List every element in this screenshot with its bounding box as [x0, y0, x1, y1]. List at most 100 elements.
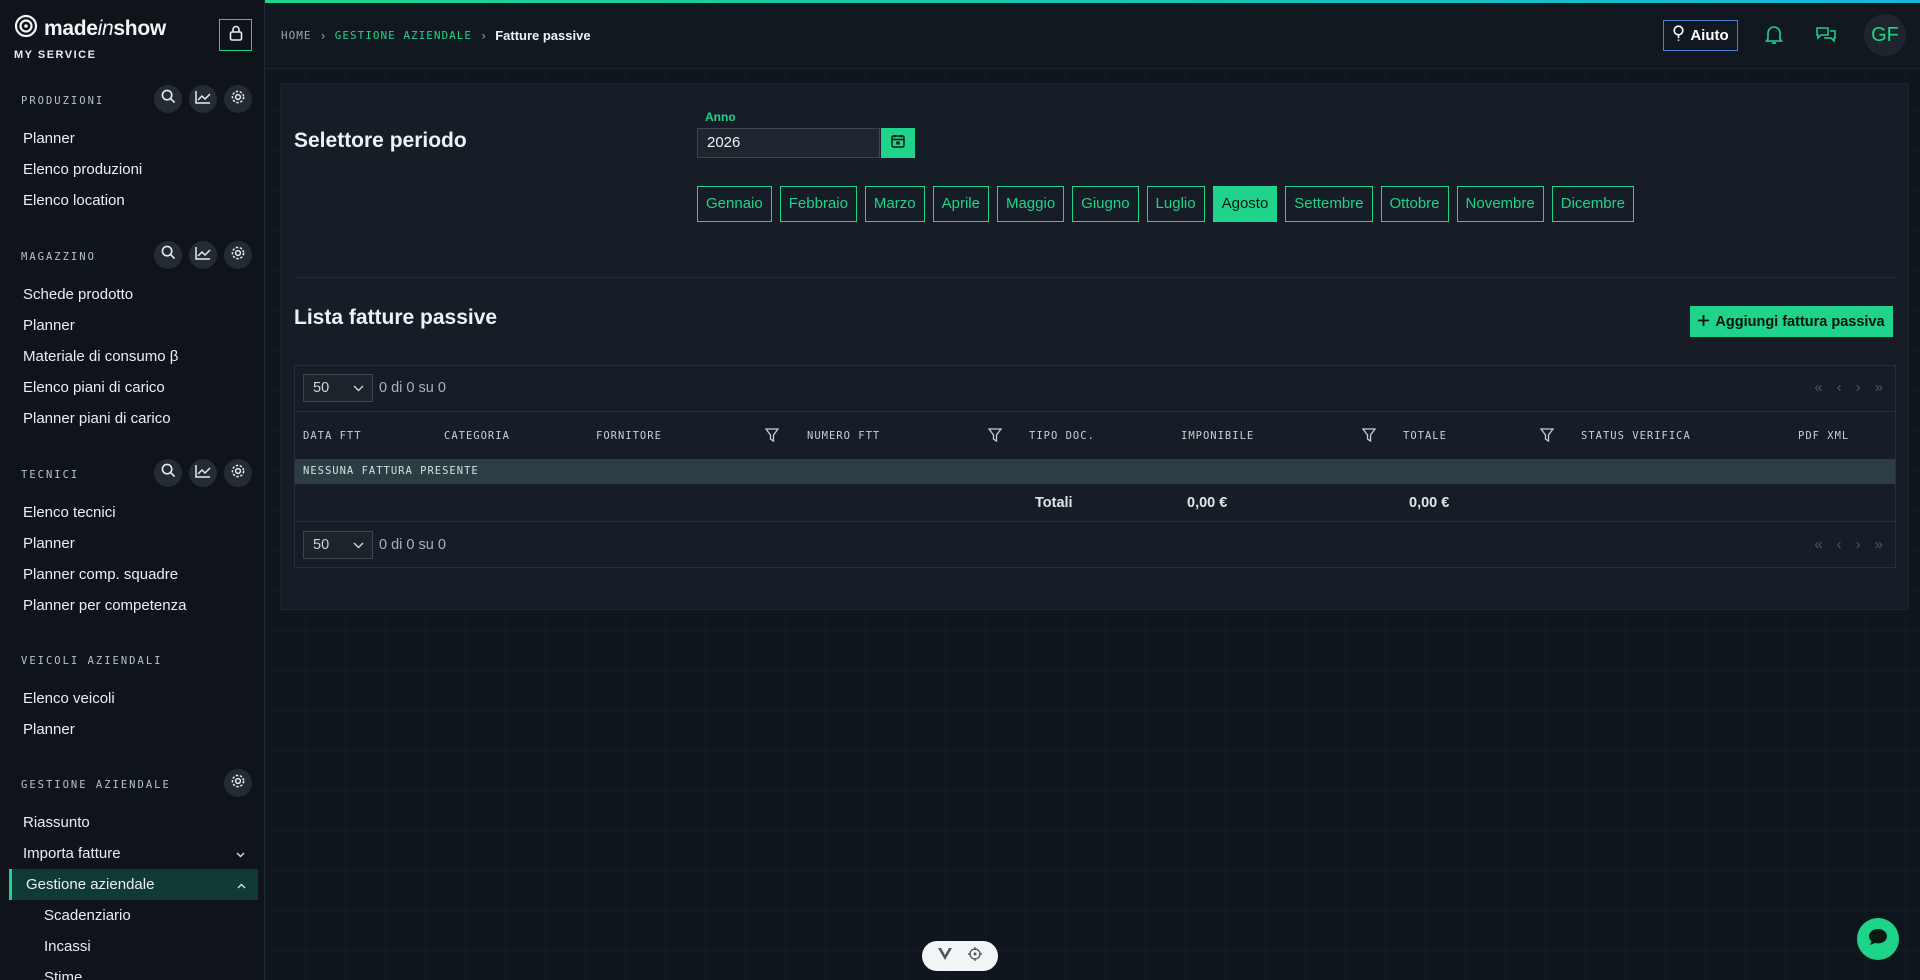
breadcrumb-section[interactable]: GESTIONE AZIENDALE — [335, 29, 472, 42]
sidebar-item-elenco-location[interactable]: Elenco location — [0, 185, 264, 216]
column-header[interactable]: STATUS VERIFICA — [1581, 412, 1691, 460]
sidebar-item-planner[interactable]: Planner — [0, 528, 264, 559]
sidebar: madeinshow MY SERVICE PRODUZIONI Planner… — [0, 0, 265, 980]
first-page-icon[interactable]: « — [1814, 379, 1822, 396]
sidebar-item-schede-prodotto[interactable]: Schede prodotto — [0, 279, 264, 310]
search-button[interactable] — [154, 85, 182, 113]
column-header[interactable]: TIPO DOC. — [1029, 412, 1095, 460]
filter-icon[interactable] — [1361, 428, 1377, 447]
chat-icon[interactable] — [1815, 25, 1837, 50]
month-button[interactable]: Luglio — [1146, 186, 1205, 222]
sidebar-item-importa-fatture[interactable]: Importa fatture — [0, 838, 264, 869]
calendar-button[interactable] — [881, 128, 915, 158]
prev-page-icon[interactable]: ‹ — [1837, 379, 1842, 396]
sidebar-item-planner[interactable]: Planner — [0, 123, 264, 154]
month-button[interactable]: Giugno — [1072, 186, 1139, 222]
target-icon[interactable] — [968, 946, 982, 966]
sidebar-item-elenco-veicoli[interactable]: Elenco veicoli — [0, 683, 264, 714]
settings-button[interactable] — [224, 85, 252, 113]
section-title: TECNICI — [21, 469, 80, 481]
sidebar-item-piani-carico[interactable]: Elenco piani di carico — [0, 372, 264, 403]
search-icon — [161, 463, 176, 483]
page-info: 0 di 0 su 0 — [379, 537, 446, 553]
month-button[interactable]: Maggio — [996, 186, 1065, 222]
total-totale: 0,00 € — [1409, 495, 1450, 511]
add-invoice-button[interactable]: Aggiungi fattura passiva — [1690, 306, 1893, 337]
sidebar-item-incassi[interactable]: Incassi — [0, 931, 264, 962]
search-button[interactable] — [154, 241, 182, 269]
bell-icon[interactable] — [1764, 25, 1784, 50]
lock-sidebar-button[interactable] — [219, 19, 252, 51]
gear-icon — [230, 463, 246, 484]
year-input[interactable]: 2026 — [697, 128, 880, 158]
avatar[interactable]: GF — [1864, 14, 1906, 56]
help-button[interactable]: Aiuto — [1663, 20, 1738, 51]
next-page-icon[interactable]: › — [1856, 379, 1861, 396]
filter-icon[interactable] — [1539, 428, 1555, 447]
last-page-icon[interactable]: » — [1875, 536, 1883, 553]
sidebar-item-planner-competenza[interactable]: Planner per competenza — [0, 590, 264, 621]
sidebar-item-scadenziario[interactable]: Scadenziario — [0, 900, 264, 931]
column-header[interactable]: FORNITORE — [596, 412, 662, 460]
column-header[interactable]: DATA FTT — [303, 412, 362, 460]
month-button[interactable]: Febbraio — [779, 186, 857, 222]
chat-bubble-icon — [1867, 927, 1889, 952]
vue-logo-icon[interactable] — [938, 947, 952, 965]
sidebar-item-riassunto[interactable]: Riassunto — [0, 807, 264, 838]
month-button[interactable]: Dicembre — [1551, 186, 1634, 222]
column-header[interactable]: NUMERO FTT — [807, 412, 880, 460]
chevron-up-icon — [237, 869, 246, 900]
page-size-select[interactable]: 50 — [303, 374, 373, 402]
settings-button[interactable] — [224, 241, 252, 269]
month-button[interactable]: Marzo — [864, 186, 925, 222]
next-page-icon[interactable]: › — [1856, 536, 1861, 553]
last-page-icon[interactable]: » — [1875, 379, 1883, 396]
stats-button[interactable] — [189, 85, 217, 113]
sidebar-item-elenco-tecnici[interactable]: Elenco tecnici — [0, 497, 264, 528]
filter-icon[interactable] — [987, 428, 1003, 447]
chevron-down-icon — [353, 375, 364, 401]
page-size-value: 50 — [313, 380, 330, 396]
settings-button[interactable] — [224, 459, 252, 487]
sidebar-item-gestione-aziendale[interactable]: Gestione aziendale — [9, 869, 258, 900]
brand-name: madeinshow — [44, 16, 166, 40]
sidebar-item-planner[interactable]: Planner — [0, 714, 264, 745]
sidebar-item-stime[interactable]: Stime — [0, 962, 264, 980]
sidebar-item-materiale-consumo[interactable]: Materiale di consumo β — [0, 341, 264, 372]
column-header[interactable]: PDF XML — [1798, 412, 1849, 460]
month-button[interactable]: Novembre — [1456, 186, 1544, 222]
sidebar-item-planner[interactable]: Planner — [0, 310, 264, 341]
month-button[interactable]: Gennaio — [697, 186, 772, 222]
calendar-icon — [891, 134, 905, 153]
search-icon — [161, 89, 176, 109]
stats-button[interactable] — [189, 459, 217, 487]
column-header[interactable]: CATEGORIA — [444, 412, 510, 460]
first-page-icon[interactable]: « — [1814, 536, 1822, 553]
totals-row: Totali 0,00 € 0,00 € — [295, 484, 1895, 522]
brand-subtitle: MY SERVICE — [14, 49, 97, 61]
page-size-select[interactable]: 50 — [303, 531, 373, 559]
section-gestione-aziendale: GESTIONE AZIENDALE Riassunto Importa fat… — [0, 767, 264, 980]
column-header[interactable]: IMPONIBILE — [1181, 412, 1254, 460]
devtools-toolbar[interactable] — [922, 941, 998, 971]
sidebar-item-planner-piani-carico[interactable]: Planner piani di carico — [0, 403, 264, 434]
month-button[interactable]: Aprile — [932, 186, 989, 222]
search-button[interactable] — [154, 459, 182, 487]
filter-icon[interactable] — [764, 428, 780, 447]
stats-button[interactable] — [189, 241, 217, 269]
sidebar-item-planner-comp-squadre[interactable]: Planner comp. squadre — [0, 559, 264, 590]
breadcrumb-home[interactable]: HOME — [281, 29, 312, 42]
settings-button[interactable] — [224, 769, 252, 797]
chat-support-button[interactable] — [1857, 918, 1899, 960]
prev-page-icon[interactable]: ‹ — [1837, 536, 1842, 553]
month-button-selected[interactable]: Agosto — [1212, 186, 1278, 222]
sidebar-item-elenco-produzioni[interactable]: Elenco produzioni — [0, 154, 264, 185]
column-header[interactable]: TOTALE — [1403, 412, 1447, 460]
month-button[interactable]: Ottobre — [1380, 186, 1449, 222]
section-title: PRODUZIONI — [21, 95, 105, 107]
breadcrumb: HOME › GESTIONE AZIENDALE › Fatture pass… — [281, 28, 591, 43]
month-button[interactable]: Settembre — [1285, 186, 1373, 222]
brand[interactable]: madeinshow MY SERVICE — [14, 14, 166, 61]
pager-top: 50 0 di 0 su 0 « ‹ › » — [295, 366, 1895, 411]
chart-icon — [195, 464, 211, 483]
